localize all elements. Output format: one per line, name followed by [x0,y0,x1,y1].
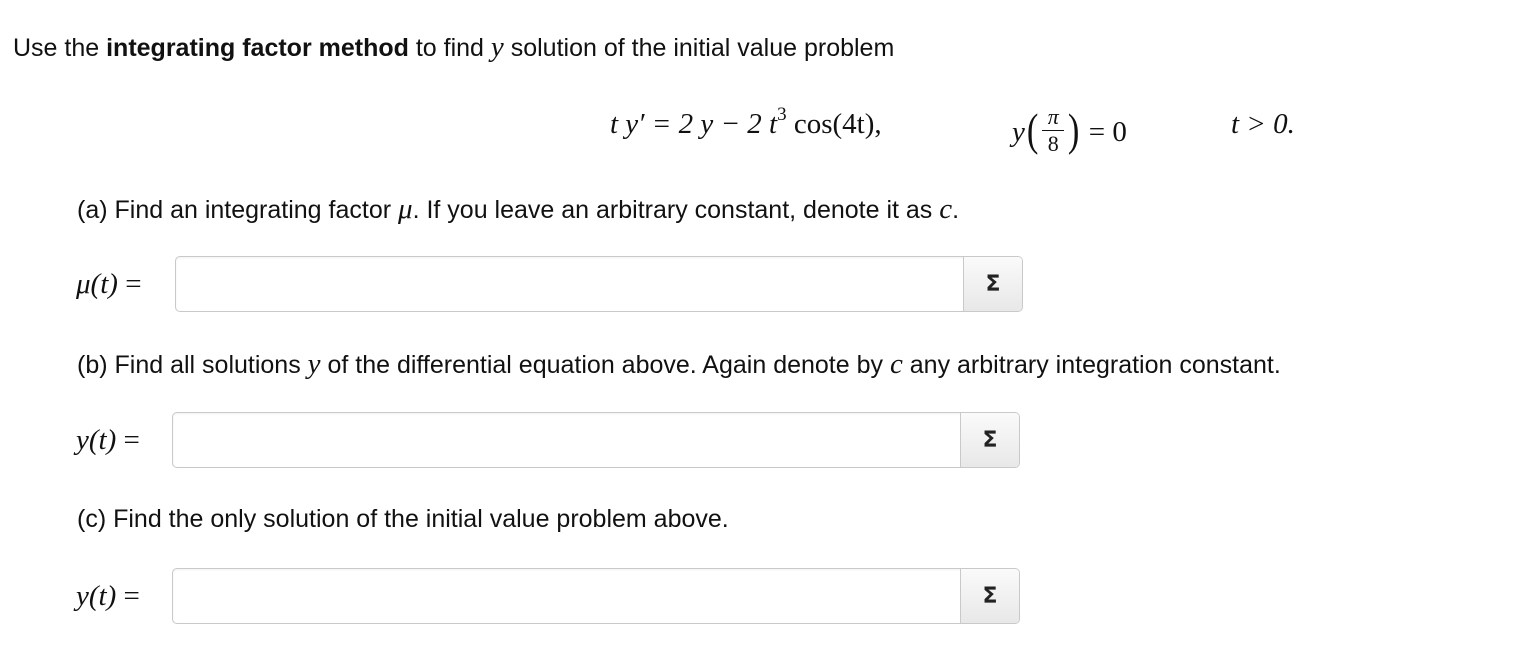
answer-b-input[interactable] [173,413,959,467]
answer-b-label-text: y(t) [76,424,117,456]
intro-prefix: Use the [13,34,107,62]
question-c: (c) Find the only solution of the initia… [77,505,729,533]
question-b-const: c [889,348,903,380]
answer-c-label-text: y(t) [76,580,117,612]
question-a-mu: μ [398,193,413,225]
question-a-const: c [939,193,953,225]
equation-main: t y′ = 2 y − 2 t3 cos(4t), [610,104,882,141]
answer-b-box: Σ [172,412,1020,468]
answer-c-equals: = [123,580,140,612]
intro-mid: to find [408,34,491,62]
question-a-end: . [952,196,960,224]
equation-rhs: cos(4t), [786,108,882,140]
domain-condition: t > 0. [1231,108,1295,140]
ic-fraction: π8 [1042,104,1065,157]
question-b: (b) Find all solutions y of the differen… [77,348,1281,381]
answer-c-label: y(t) = [76,580,140,613]
question-a: (a) Find an integrating factor μ. If you… [77,193,959,226]
question-a-text-2: . If you leave an arbitrary constant, de… [412,196,940,224]
equation-lhs: t y′ = 2 y − 2 t [610,108,778,140]
answer-a-input[interactable] [176,257,962,311]
answer-b-equals: = [123,424,140,456]
ic-right-paren: ) [1068,104,1080,155]
question-b-end: any arbitrary integration constant. [902,351,1281,379]
question-b-var: y [307,348,321,380]
intro-suffix: solution of the initial value problem [503,34,895,62]
ic-value: = 0 [1088,116,1127,149]
initial-condition: y(π 8) = 0 [1012,104,1127,161]
ic-denominator: 8 [1047,131,1059,156]
answer-c-box: Σ [172,568,1020,624]
intro-bold-method: integrating factor method [106,34,409,62]
sigma-icon[interactable]: Σ [960,569,1019,623]
answer-a-equals: = [125,268,142,300]
answer-c-input[interactable] [173,569,959,623]
answer-a-box: Σ [175,256,1023,312]
answer-row-a: μ(t) = Σ [0,256,1539,316]
ic-left-paren: ( [1026,104,1039,155]
ic-variable: y [1012,116,1025,149]
answer-row-b: y(t) = Σ [0,412,1539,472]
equation-exponent: 3 [777,104,787,125]
answer-b-label: y(t) = [76,424,140,457]
sigma-icon[interactable]: Σ [963,257,1022,311]
differential-equation: t y′ = 2 y − 2 t3 cos(4t), y(π 8) = 0 t >… [0,90,1539,170]
sigma-icon[interactable]: Σ [960,413,1019,467]
intro-variable: y [490,31,504,63]
answer-a-label: μ(t) = [76,268,142,301]
answer-row-c: y(t) = Σ [0,568,1539,628]
question-b-text: (b) Find all solutions [77,351,308,379]
ic-numerator: π [1047,104,1059,129]
question-b-text-2: of the differential equation above. Agai… [320,351,890,379]
problem-statement: Use the integrating factor method to fin… [13,31,894,64]
answer-a-label-text: μ(t) [76,268,118,300]
question-a-text: (a) Find an integrating factor [77,196,398,224]
